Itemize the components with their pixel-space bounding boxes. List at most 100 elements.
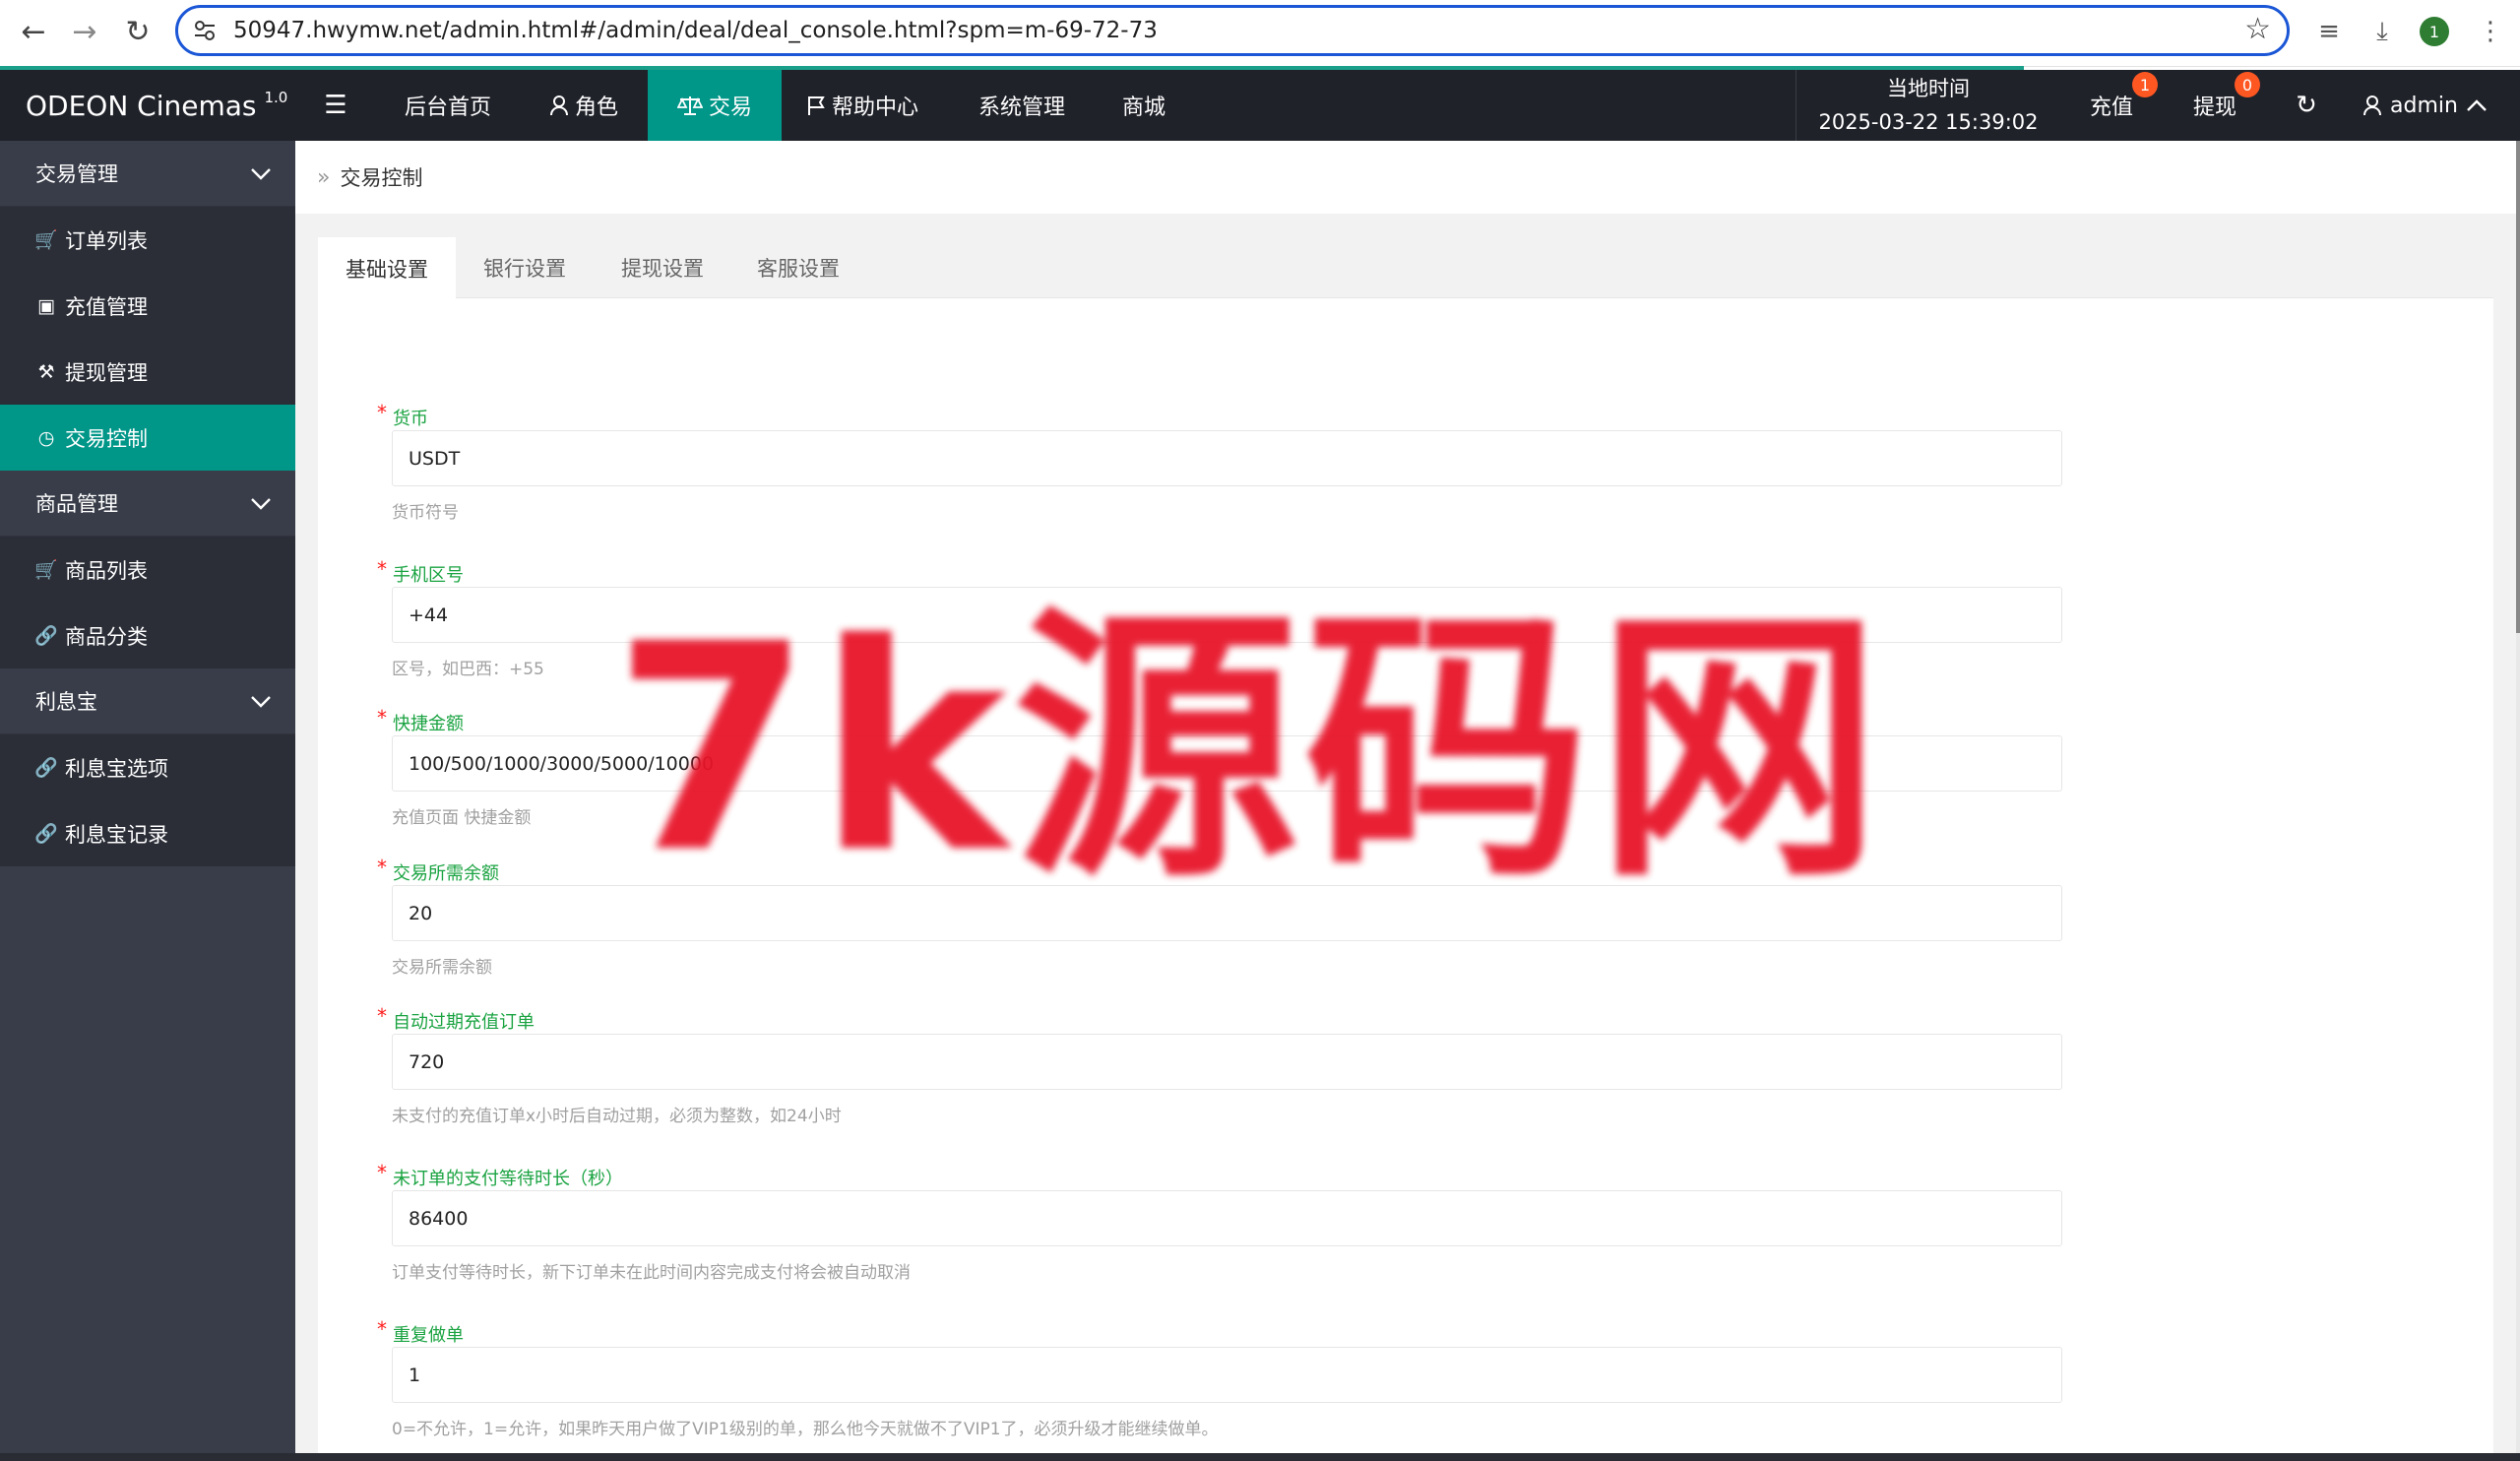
- sidebar-item-interest-records[interactable]: 🔗 利息宝记录: [0, 800, 295, 866]
- profile-avatar[interactable]: 1: [2420, 17, 2449, 46]
- field-label: 交易所需余额: [393, 863, 499, 884]
- media-control-icon[interactable]: ≡: [2309, 12, 2349, 51]
- back-icon[interactable]: ←: [14, 12, 53, 51]
- top-nav-label: 后台首页: [404, 95, 491, 120]
- field-help: 货币符号: [392, 503, 459, 523]
- required-mark: *: [377, 1317, 387, 1341]
- double-chevron-right-icon: »: [317, 164, 331, 190]
- refresh-icon[interactable]: ↻: [2282, 70, 2331, 141]
- required-mark: *: [377, 856, 387, 879]
- phone-code-input[interactable]: [392, 587, 2062, 643]
- withdraw-button[interactable]: 提现 0: [2172, 70, 2260, 141]
- required-balance-input[interactable]: [392, 885, 2062, 941]
- top-nav-label: 系统管理: [977, 95, 1065, 120]
- tab-bank-settings[interactable]: 银行设置: [456, 237, 594, 298]
- field-label-row: * 交易所需余额: [377, 856, 2070, 885]
- url-text[interactable]: 50947.hwymw.net/admin.html#/admin/deal/d…: [233, 18, 1158, 43]
- repeat-order-input[interactable]: [392, 1347, 2062, 1403]
- recharge-badge: 1: [2132, 72, 2158, 97]
- form-field-phone-code: * 手机区号 区号，如巴西：+55: [377, 557, 2070, 679]
- top-nav-label: 帮助中心: [831, 95, 918, 120]
- user-name: admin: [2390, 93, 2458, 118]
- sidebar-item-label: 商品列表: [65, 558, 148, 583]
- tab-basic-settings[interactable]: 基础设置: [318, 237, 456, 299]
- site-settings-icon[interactable]: [192, 18, 218, 43]
- brand-logo: ODEON Cinemas 1.0: [0, 70, 295, 141]
- sidebar-group-interest[interactable]: 利息宝: [0, 668, 295, 734]
- download-icon[interactable]: ⤓: [2362, 12, 2402, 51]
- field-help: 0=不允许，1=允许，如果昨天用户做了VIP1级别的单，那么他今天就做不了VIP…: [392, 1420, 1219, 1439]
- gavel-icon: ⚒: [37, 360, 55, 383]
- local-time-display: 当地时间 2025-03-22 15:39:02: [1797, 70, 2059, 141]
- sidebar-item-recharge[interactable]: ▣ 充值管理: [0, 273, 295, 339]
- user-icon: [2363, 95, 2381, 116]
- tab-bar: 基础设置 银行设置 提现设置 客服设置: [318, 237, 2493, 299]
- field-label: 自动过期充值订单: [393, 1012, 535, 1033]
- forward-icon[interactable]: →: [65, 12, 104, 51]
- chevron-up-icon: [2467, 99, 2487, 111]
- menu-toggle-icon[interactable]: ☰: [313, 70, 358, 141]
- required-mark: *: [377, 1004, 387, 1028]
- field-label: 手机区号: [393, 565, 464, 586]
- field-label-row: * 手机区号: [377, 557, 2070, 587]
- top-nav-label: 商城: [1121, 95, 1166, 120]
- quick-amounts-input[interactable]: [392, 735, 2062, 792]
- sidebar-item-interest-options[interactable]: 🔗 利息宝选项: [0, 734, 295, 800]
- sidebar-group-trade[interactable]: 交易管理: [0, 141, 295, 207]
- top-nav-home[interactable]: 后台首页: [384, 70, 512, 141]
- form-field-quick-amounts: * 快捷金额 充值页面 快捷金额: [377, 706, 2070, 828]
- reload-icon[interactable]: ↻: [118, 12, 158, 51]
- tab-label: 客服设置: [757, 257, 840, 281]
- user-menu[interactable]: admin: [2362, 70, 2508, 141]
- brand-version: 1.0: [264, 89, 288, 106]
- field-label-row: * 自动过期充值订单: [377, 1004, 2070, 1034]
- browser-menu-icon[interactable]: ⋮: [2471, 12, 2510, 51]
- local-time-value: 2025-03-22 15:39:02: [1818, 110, 2039, 134]
- sidebar-item-label: 充值管理: [65, 294, 148, 319]
- form-field-auto-expire: * 自动过期充值订单 未支付的充值订单x小时后自动过期，必须为整数，如24小时: [377, 1004, 2070, 1126]
- required-mark: *: [377, 706, 387, 730]
- field-label: 货币: [393, 409, 428, 429]
- withdraw-label: 提现: [2192, 95, 2236, 120]
- auto-expire-input[interactable]: [392, 1034, 2062, 1090]
- payment-wait-input[interactable]: [392, 1190, 2062, 1246]
- field-help: 交易所需余额: [392, 958, 492, 978]
- bookmark-star-icon[interactable]: ☆: [2244, 12, 2271, 46]
- recharge-button[interactable]: 充值 1: [2069, 70, 2158, 141]
- browser-toolbar: ← → ↻ 50947.hwymw.net/admin.html#/admin/…: [0, 0, 2520, 67]
- scale-icon: [676, 96, 703, 115]
- field-help: 充值页面 快捷金额: [392, 808, 532, 828]
- address-bar[interactable]: 50947.hwymw.net/admin.html#/admin/deal/d…: [175, 5, 2290, 56]
- tab-service-settings[interactable]: 客服设置: [731, 237, 865, 298]
- withdraw-badge: 0: [2235, 72, 2260, 97]
- sidebar-group-label: 交易管理: [35, 162, 118, 186]
- sidebar-item-label: 订单列表: [65, 228, 148, 253]
- scrollbar-thumb[interactable]: [2516, 141, 2520, 633]
- top-nav-trade[interactable]: 交易: [648, 70, 782, 141]
- field-label-row: * 货币: [377, 401, 2070, 430]
- top-nav-system[interactable]: 系统管理: [965, 70, 1079, 141]
- top-nav-role[interactable]: 角色: [530, 70, 638, 141]
- sidebar-item-withdraw[interactable]: ⚒ 提现管理: [0, 339, 295, 405]
- sidebar-item-orders[interactable]: 🛒 订单列表: [0, 207, 295, 273]
- tab-withdraw-settings[interactable]: 提现设置: [594, 237, 731, 298]
- user-icon: [549, 95, 568, 116]
- breadcrumb: » 交易控制: [295, 141, 2516, 214]
- currency-input[interactable]: [392, 430, 2062, 486]
- form-field-currency: * 货币 货币符号: [377, 401, 2070, 523]
- field-label-row: * 未订单的支付等待时长（秒）: [377, 1161, 2070, 1190]
- settings-card: 基础设置 银行设置 提现设置 客服设置 * 货币 货币符号 * 手机区号 区号，如巴…: [318, 237, 2493, 1461]
- sidebar-group-label: 利息宝: [35, 690, 97, 714]
- top-nav-help[interactable]: 帮助中心: [797, 70, 927, 141]
- top-nav-shop[interactable]: 商城: [1104, 70, 1183, 141]
- sidebar-group-goods[interactable]: 商品管理: [0, 471, 295, 537]
- link-icon: 🔗: [34, 625, 58, 647]
- sidebar-item-trade-control[interactable]: ◷ 交易控制: [0, 405, 295, 471]
- chevron-down-icon: [251, 168, 271, 180]
- sidebar-item-goods-category[interactable]: 🔗 商品分类: [0, 603, 295, 668]
- field-label-row: * 重复做单: [377, 1317, 2070, 1347]
- top-nav-label: 角色: [574, 95, 618, 120]
- sidebar-item-goods-list[interactable]: 🛒 商品列表: [0, 537, 295, 603]
- flag-icon: [807, 96, 825, 115]
- chevron-down-icon: [251, 498, 271, 510]
